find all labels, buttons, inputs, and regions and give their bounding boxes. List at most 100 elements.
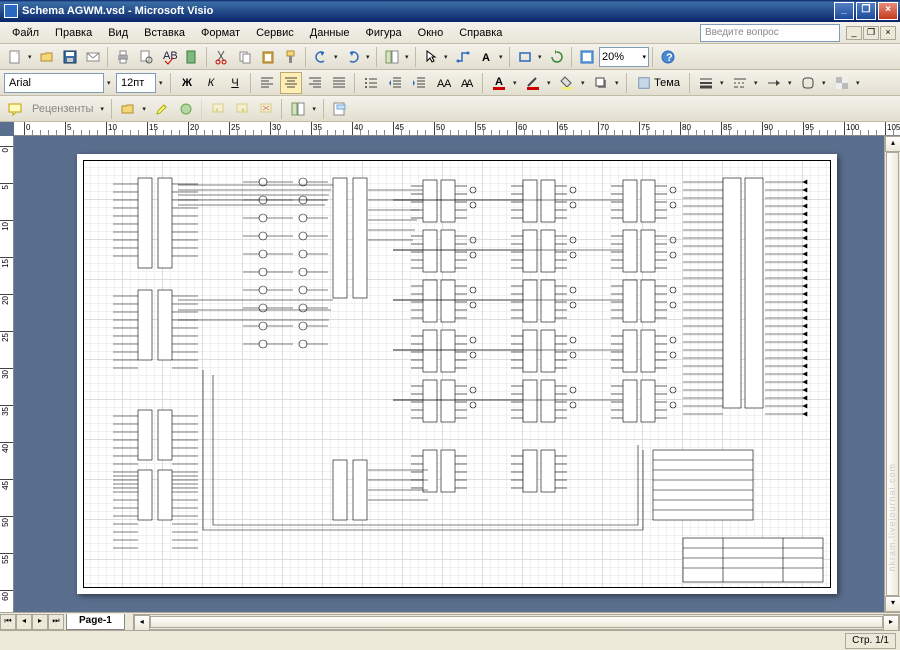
menu-format[interactable]: Формат — [193, 25, 248, 41]
line-weight-dropdown[interactable]: ▾ — [720, 79, 727, 87]
align-right-button[interactable] — [304, 72, 326, 94]
corner-dropdown[interactable]: ▾ — [822, 79, 829, 87]
menu-service[interactable]: Сервис — [248, 25, 302, 41]
menu-edit[interactable]: Правка — [47, 25, 100, 41]
fill-color-button[interactable] — [556, 72, 578, 94]
bullets-button[interactable] — [360, 72, 382, 94]
menu-data[interactable]: Данные — [302, 25, 358, 41]
minimize-button[interactable]: _ — [834, 2, 854, 20]
shapes-dropdown[interactable]: ▾ — [405, 53, 412, 61]
shadow-dropdown[interactable]: ▾ — [615, 79, 622, 87]
scroll-up-button[interactable]: ▴ — [885, 136, 900, 152]
line-pattern-button[interactable] — [729, 72, 751, 94]
next-comment-button[interactable] — [231, 98, 253, 120]
fullscreen-button[interactable] — [576, 46, 598, 68]
reviewers-dropdown[interactable]: ▾ — [100, 105, 107, 113]
format-painter-button[interactable] — [280, 46, 302, 68]
increase-indent-button[interactable] — [408, 72, 430, 94]
transparency-dropdown[interactable]: ▾ — [856, 79, 863, 87]
cut-button[interactable] — [211, 46, 233, 68]
align-left-button[interactable] — [256, 72, 278, 94]
undo-dropdown[interactable]: ▾ — [334, 53, 341, 61]
draw-dropdown[interactable]: ▾ — [538, 53, 545, 61]
ink-button[interactable] — [175, 98, 197, 120]
italic-button[interactable]: К — [200, 72, 222, 94]
drawing-page[interactable] — [77, 154, 837, 594]
paste-button[interactable] — [257, 46, 279, 68]
scroll-down-button[interactable]: ▾ — [885, 596, 900, 612]
close-button[interactable]: × — [878, 2, 898, 20]
transparency-button[interactable] — [831, 72, 853, 94]
connector-tool-button[interactable] — [452, 46, 474, 68]
font-size-combo[interactable]: 12пт — [116, 73, 156, 93]
scroll-left-button[interactable]: ◂ — [134, 615, 150, 631]
font-color-dropdown[interactable]: ▾ — [513, 79, 520, 87]
research-button[interactable] — [181, 46, 203, 68]
align-justify-button[interactable] — [328, 72, 350, 94]
horizontal-scroll-thumb[interactable] — [150, 616, 883, 628]
prev-comment-button[interactable] — [207, 98, 229, 120]
print-button[interactable] — [112, 46, 134, 68]
track-dropdown[interactable]: ▾ — [142, 105, 149, 113]
nav-last-button[interactable]: ⏭ — [48, 614, 64, 630]
nav-prev-button[interactable]: ◂ — [16, 614, 32, 630]
increase-font-button[interactable]: AA — [456, 72, 478, 94]
shapes-window-button[interactable] — [381, 46, 403, 68]
doc-minimize-button[interactable]: _ — [846, 26, 862, 40]
maximize-button[interactable]: ❐ — [856, 2, 876, 20]
redo-dropdown[interactable]: ▾ — [366, 53, 373, 61]
line-color-dropdown[interactable]: ▾ — [547, 79, 554, 87]
font-name-dropdown[interactable]: ▾ — [107, 79, 114, 87]
new-dropdown[interactable]: ▾ — [28, 53, 35, 61]
highlight-button[interactable] — [151, 98, 173, 120]
email-button[interactable] — [82, 46, 104, 68]
decrease-font-button[interactable]: AA — [432, 72, 454, 94]
decrease-indent-button[interactable] — [384, 72, 406, 94]
scroll-right-button[interactable]: ▸ — [883, 615, 899, 631]
horizontal-scrollbar[interactable]: ◂ ▸ — [133, 614, 900, 630]
horizontal-ruler[interactable]: 0510152025303540455055606570758085909510… — [14, 122, 900, 136]
menu-window[interactable]: Окно — [410, 25, 452, 41]
menu-help[interactable]: Справка — [451, 25, 510, 41]
pointer-tool-button[interactable] — [420, 46, 442, 68]
nav-first-button[interactable]: ⏮ — [0, 614, 16, 630]
menu-shape[interactable]: Фигура — [358, 25, 410, 41]
rectangle-tool-button[interactable] — [514, 46, 536, 68]
menu-insert[interactable]: Вставка — [136, 25, 193, 41]
copy-button[interactable] — [234, 46, 256, 68]
underline-button[interactable]: Ч — [224, 72, 246, 94]
print-preview-button[interactable] — [135, 46, 157, 68]
fill-color-dropdown[interactable]: ▾ — [581, 79, 588, 87]
show-markup-button[interactable] — [329, 98, 351, 120]
zoom-combo[interactable]: 20%▾ — [599, 47, 649, 67]
delete-comment-button[interactable] — [255, 98, 277, 120]
font-size-dropdown[interactable]: ▾ — [159, 79, 166, 87]
font-color-button[interactable]: A — [488, 72, 510, 94]
help-button[interactable]: ? — [657, 46, 679, 68]
line-ends-dropdown[interactable]: ▾ — [788, 79, 795, 87]
reviewers-label[interactable]: Рецензенты — [28, 103, 97, 115]
text-dropdown[interactable]: ▾ — [499, 53, 506, 61]
save-button[interactable] — [59, 46, 81, 68]
line-pattern-dropdown[interactable]: ▾ — [754, 79, 761, 87]
corner-rounding-button[interactable] — [797, 72, 819, 94]
nav-next-button[interactable]: ▸ — [32, 614, 48, 630]
undo-button[interactable] — [310, 46, 332, 68]
font-name-combo[interactable]: Arial — [4, 73, 104, 93]
page-tab[interactable]: Page-1 — [66, 614, 125, 630]
reviewing-pane-button[interactable] — [287, 98, 309, 120]
text-tool-button[interactable]: A — [475, 46, 497, 68]
line-weight-button[interactable] — [695, 72, 717, 94]
doc-restore-button[interactable]: ❐ — [863, 26, 879, 40]
shadow-button[interactable] — [590, 72, 612, 94]
open-button[interactable] — [36, 46, 58, 68]
doc-close-button[interactable]: × — [880, 26, 896, 40]
line-ends-button[interactable] — [763, 72, 785, 94]
drawing-canvas[interactable] — [14, 136, 900, 612]
menu-file[interactable]: Файл — [4, 25, 47, 41]
pane-dropdown[interactable]: ▾ — [312, 105, 319, 113]
track-markup-button[interactable] — [117, 98, 139, 120]
menu-view[interactable]: Вид — [100, 25, 136, 41]
spellcheck-button[interactable]: ABC — [158, 46, 180, 68]
rotate-button[interactable] — [546, 46, 568, 68]
